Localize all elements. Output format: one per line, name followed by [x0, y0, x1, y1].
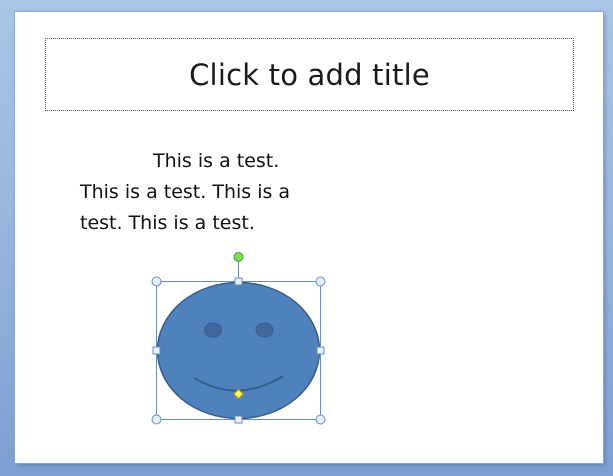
resize-handle-right[interactable]	[316, 346, 325, 355]
slide-canvas[interactable]: Click to add title This is a test. This …	[15, 12, 603, 463]
resize-handle-bottom-left[interactable]	[151, 414, 162, 425]
resize-handle-top-left[interactable]	[151, 276, 162, 287]
body-text-box[interactable]: This is a test. This is a test. This is …	[80, 146, 320, 239]
left-eye	[204, 322, 222, 338]
resize-handle-top[interactable]	[234, 277, 243, 286]
title-placeholder-text: Click to add title	[189, 57, 430, 92]
title-placeholder[interactable]: Click to add title	[45, 38, 574, 111]
resize-handle-left[interactable]	[152, 346, 161, 355]
rotation-handle[interactable]	[233, 252, 244, 262]
resize-handle-top-right[interactable]	[315, 276, 326, 287]
resize-handle-bottom-right[interactable]	[315, 414, 326, 425]
resize-handle-bottom[interactable]	[234, 415, 243, 424]
right-eye	[255, 322, 274, 338]
